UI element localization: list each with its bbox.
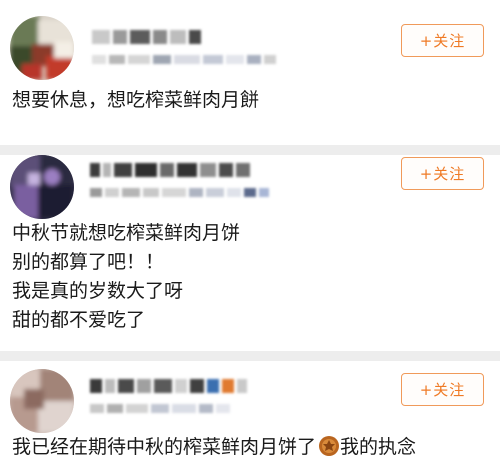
post-content: 中秋节就想吃榨菜鲜肉月饼 别的都算了吧！！ 我是真的岁数大了呀 甜的都不爱吃了: [12, 219, 240, 335]
post-content: 想要休息，想吃榨菜鲜肉月餅: [12, 86, 259, 115]
content-line: 我已经在期待中秋的榨菜鲜肉月饼了 我的执念: [12, 433, 416, 462]
blurred-avatar-icon: [10, 16, 74, 80]
content-text-tail: 我的执念: [340, 436, 417, 458]
separator: [0, 145, 500, 155]
post-3: +关注 我已经在期待中秋的榨菜鲜肉月饼了 我的执念: [0, 361, 500, 469]
username-blurred: [90, 163, 250, 177]
content-line: 我是真的岁数大了呀: [12, 280, 184, 302]
mooncake-emoji-icon: [318, 435, 340, 457]
blurred-avatar-icon: [10, 369, 74, 433]
follow-button[interactable]: +关注: [401, 373, 484, 406]
blurred-avatar-icon: [10, 155, 74, 219]
avatar[interactable]: [10, 16, 74, 80]
content-line: 想要休息，想吃榨菜鲜肉月餅: [12, 89, 260, 111]
meta-blurred: [90, 188, 269, 197]
follow-button[interactable]: +关注: [401, 24, 484, 57]
follow-button[interactable]: +关注: [401, 157, 484, 190]
post-1: +关注 想要休息，想吃榨菜鲜肉月餅: [0, 0, 500, 145]
username-blurred: [90, 379, 247, 393]
content-line: 甜的都不爱吃了: [12, 309, 146, 331]
post-content: 我已经在期待中秋的榨菜鲜肉月饼了 我的执念: [12, 433, 416, 462]
meta-blurred: [92, 55, 276, 64]
content-line: 别的都算了吧！！: [12, 251, 165, 273]
meta-blurred: [90, 404, 230, 413]
separator: [0, 351, 500, 361]
username-blurred: [92, 30, 201, 44]
avatar[interactable]: [10, 369, 74, 433]
post-2: +关注 中秋节就想吃榨菜鲜肉月饼 别的都算了吧！！ 我是真的岁数大了呀 甜的都不…: [0, 155, 500, 360]
content-line: 中秋节就想吃榨菜鲜肉月饼: [12, 222, 241, 244]
content-text: 我已经在期待中秋的榨菜鲜肉月饼了: [12, 436, 317, 458]
avatar[interactable]: [10, 155, 74, 219]
